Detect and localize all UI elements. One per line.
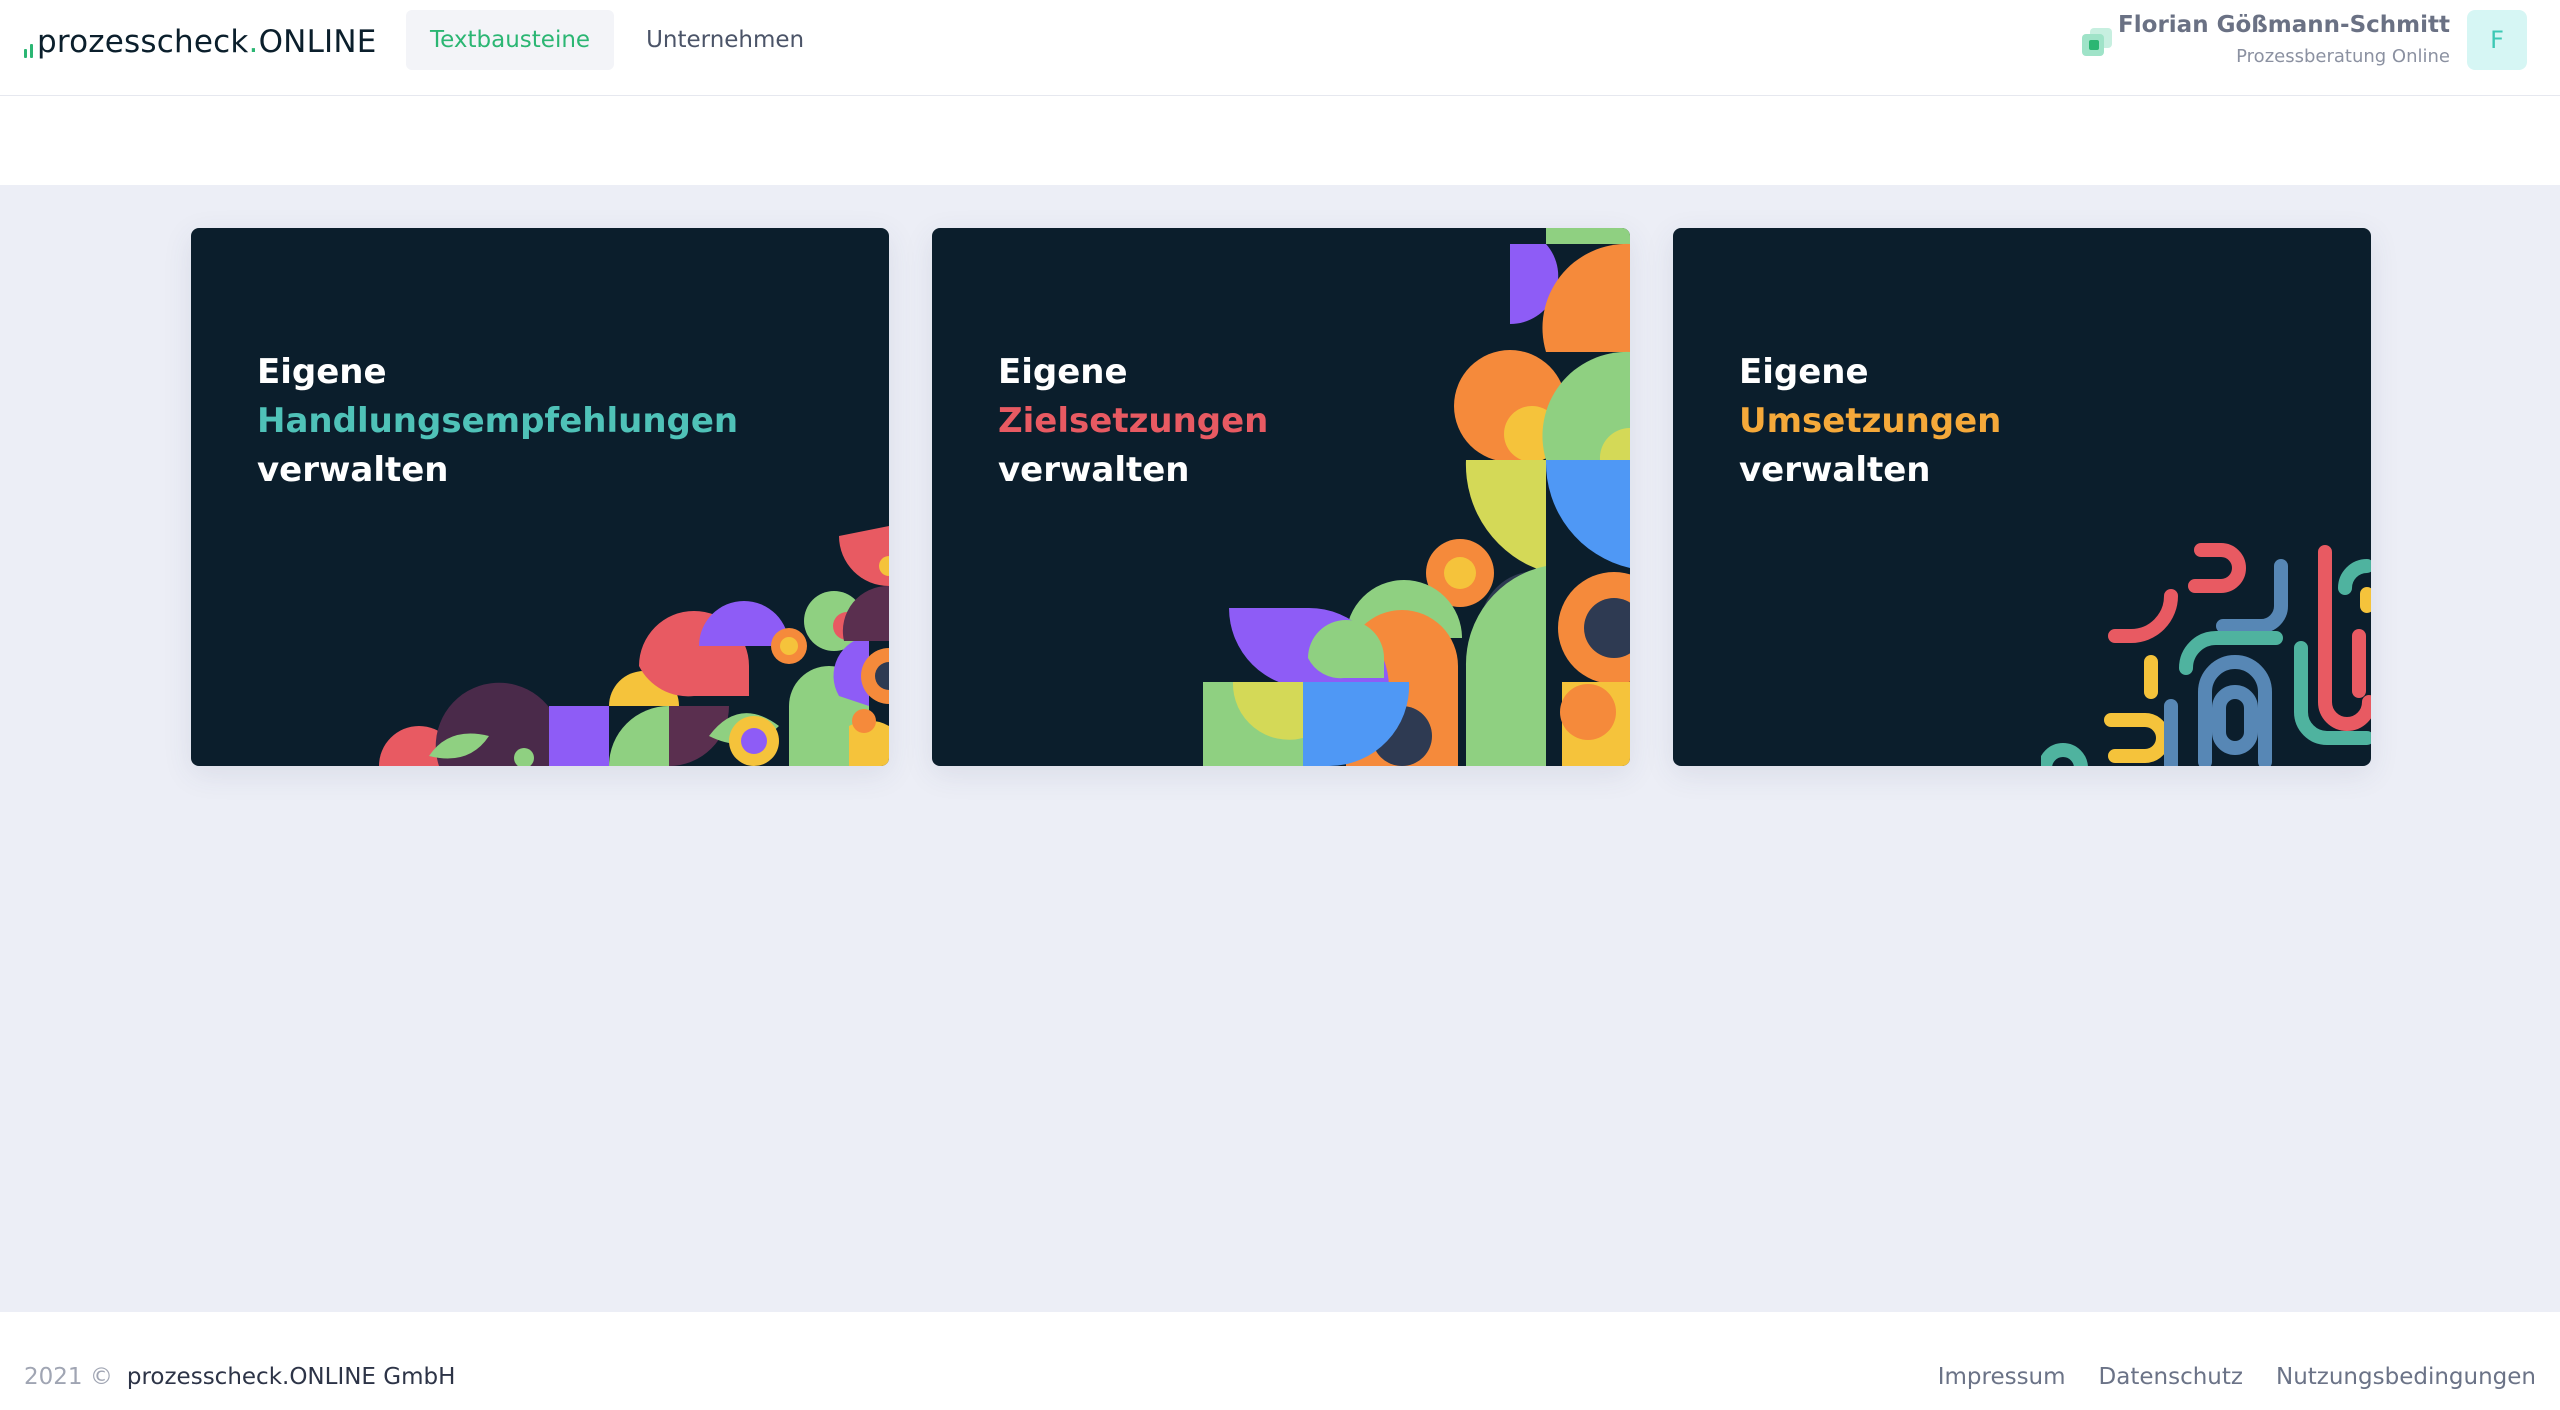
- card-title-line1: Eigene: [257, 352, 387, 392]
- decorative-shapes-icon: [1203, 228, 1630, 766]
- copyright-year: 2021 ©: [24, 1364, 113, 1390]
- card-zielsetzungen[interactable]: Eigene Zielsetzungen verwalten: [932, 228, 1630, 766]
- nav-item-textbausteine[interactable]: Textbausteine: [406, 10, 615, 70]
- top-header: prozesscheck.ONLINE Textbausteine Untern…: [0, 0, 2560, 96]
- datenschutz-link[interactable]: Datenschutz: [2099, 1364, 2243, 1390]
- copyright: 2021 © prozesscheck.ONLINE GmbH: [24, 1364, 455, 1390]
- user-role: Prozessberatung Online: [2236, 46, 2450, 67]
- card-title-line3: verwalten: [1739, 450, 1931, 490]
- card-title: Eigene Handlungsempfehlungen verwalten: [257, 348, 738, 495]
- card-title-highlight: Umsetzungen: [1739, 401, 2002, 441]
- nutzungsbedingungen-link[interactable]: Nutzungsbedingungen: [2276, 1364, 2536, 1390]
- card-title-line1: Eigene: [1739, 352, 1869, 392]
- logo[interactable]: prozesscheck.ONLINE: [24, 22, 377, 62]
- switch-account-icon[interactable]: [2080, 26, 2114, 58]
- user-name: Florian Gößmann-Schmitt: [2118, 12, 2450, 38]
- company-name: prozesscheck.ONLINE GmbH: [126, 1364, 456, 1390]
- decorative-shapes-icon: [379, 526, 889, 766]
- avatar[interactable]: F: [2467, 10, 2527, 70]
- card-title-line3: verwalten: [257, 450, 449, 490]
- card-umsetzungen[interactable]: Eigene Umsetzungen verwalten: [1673, 228, 2371, 766]
- subheader-band: [0, 96, 2560, 185]
- logo-text: prozesscheck.ONLINE: [37, 24, 377, 60]
- nav-item-unternehmen[interactable]: Unternehmen: [622, 10, 828, 70]
- card-title: Eigene Umsetzungen verwalten: [1739, 348, 2001, 495]
- logo-bars-icon: [24, 32, 33, 62]
- footer: 2021 © prozesscheck.ONLINE GmbH Impressum…: [0, 1312, 2560, 1410]
- card-title-highlight: Handlungsempfehlungen: [257, 401, 739, 441]
- user-info[interactable]: Florian Gößmann-Schmitt Prozessberatung …: [2118, 10, 2450, 70]
- footer-links: Impressum Datenschutz Nutzungsbedingunge…: [1938, 1364, 2536, 1390]
- impressum-link[interactable]: Impressum: [1938, 1364, 2066, 1390]
- decorative-lines-icon: [2041, 543, 2371, 766]
- card-handlungsempfehlungen[interactable]: Eigene Handlungsempfehlungen verwalten: [191, 228, 889, 766]
- main-nav: Textbausteine Unternehmen: [406, 10, 828, 70]
